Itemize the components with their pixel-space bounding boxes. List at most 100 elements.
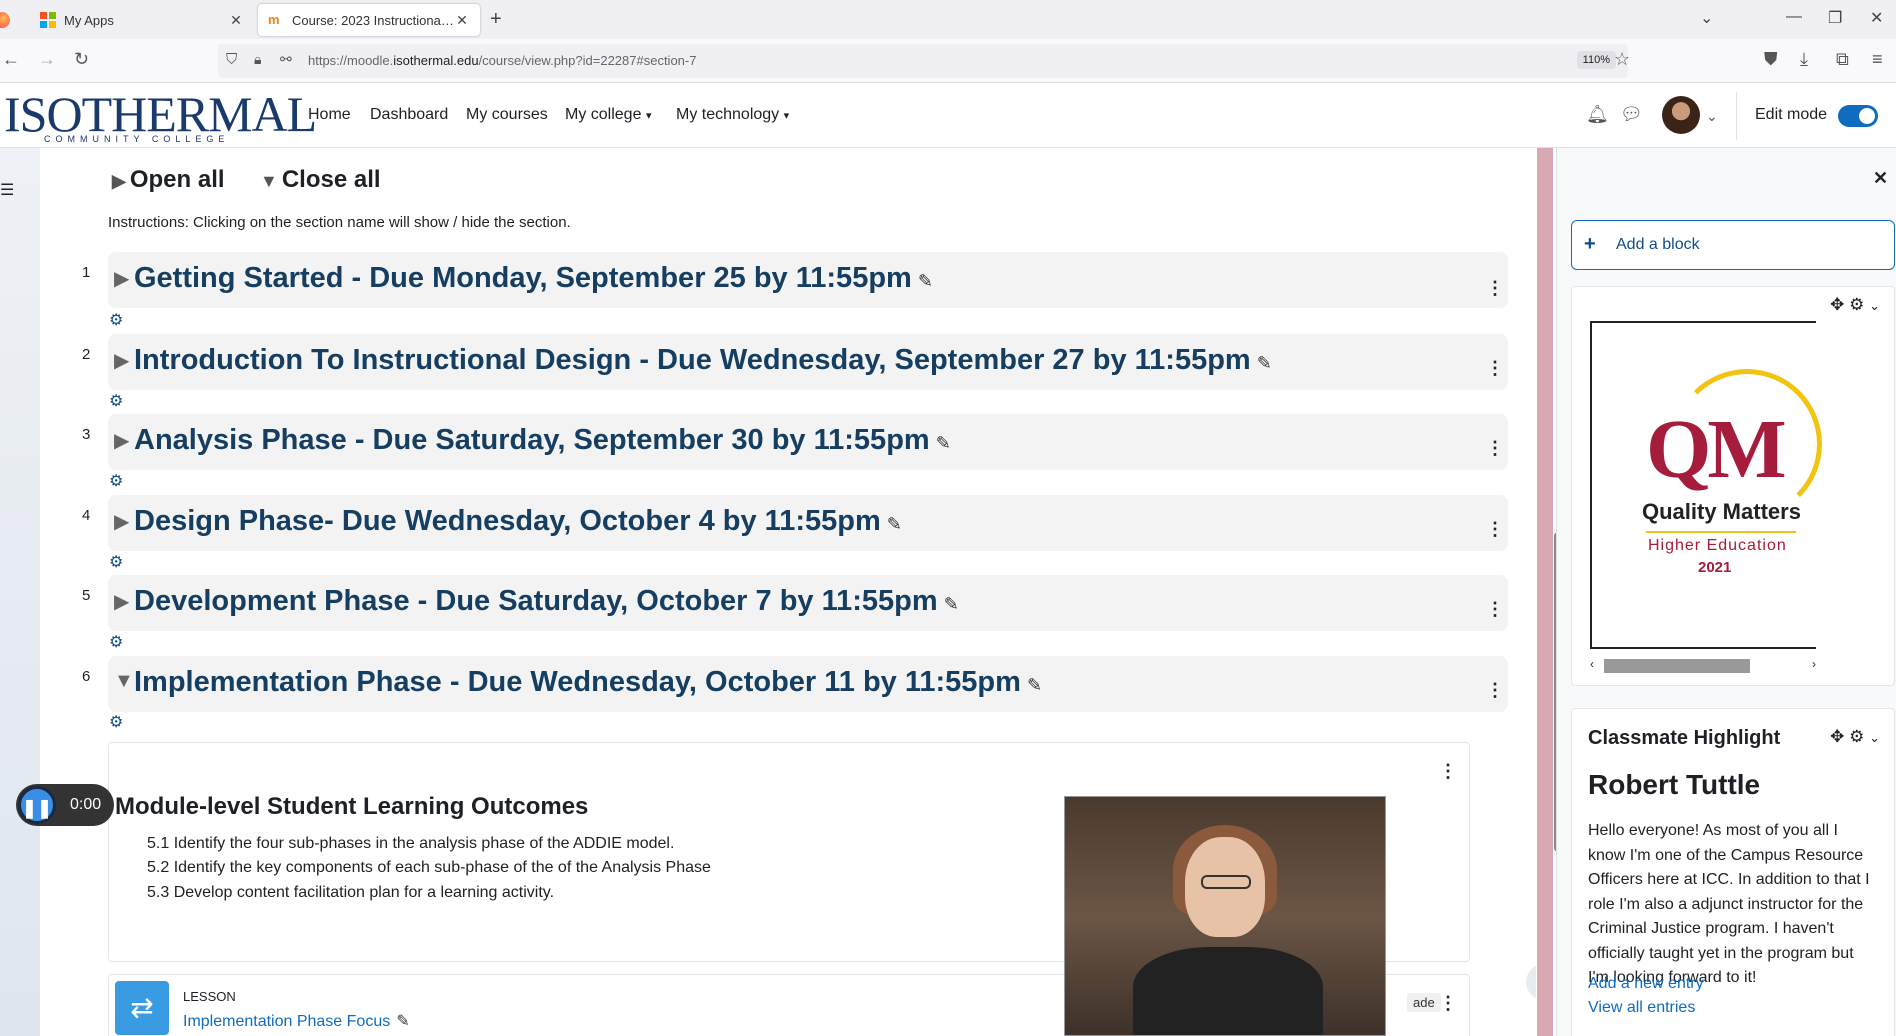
notifications-bell-icon[interactable]: 🔔︎ [1586, 104, 1609, 125]
avatar[interactable] [1662, 96, 1700, 134]
course-content: ▶ Open all ▼ Close all Instructions: Click… [40, 148, 1536, 1036]
section-menu-icon[interactable]: ⋮ [1486, 438, 1504, 459]
tab-label: Course: 2023 Instructional Design [292, 12, 454, 28]
back-icon[interactable]: ← [2, 49, 20, 70]
section-menu-icon[interactable]: ⋮ [1486, 358, 1504, 379]
recording-control[interactable]: ❚❚ 0:00 [16, 784, 114, 826]
expand-triangle-icon: ▶ [114, 591, 130, 613]
chevron-down-icon[interactable]: ⌄ [1869, 298, 1880, 313]
new-tab-icon[interactable]: + [490, 8, 502, 31]
url-bar[interactable]: ⛉ 🔒︎ ⚯ https://moodle.isothermal.edu/cou… [218, 44, 1628, 78]
gear-icon[interactable]: ⚙ [109, 471, 123, 491]
open-all-button[interactable]: ▶ Open all [112, 166, 225, 194]
close-tab-icon[interactable]: ✕ [228, 12, 244, 29]
view-all-entries-link[interactable]: View all entries [1588, 999, 1695, 1017]
horizontal-scrollbar[interactable]: ‹ › [1590, 657, 1816, 673]
section-menu-icon[interactable]: ⋮ [1486, 599, 1504, 620]
restore-icon[interactable]: ❐ [1828, 8, 1842, 28]
edit-pencil-icon[interactable]: ✎ [887, 514, 902, 534]
nav-my-courses[interactable]: My courses [466, 106, 548, 124]
tracking-shield-icon[interactable]: ⛉ [226, 51, 237, 68]
summary-menu-icon[interactable]: ⋮ [1439, 761, 1457, 782]
edit-pencil-icon[interactable]: ✎ [1257, 353, 1272, 373]
extensions-icon[interactable]: ⧉ [1836, 49, 1849, 70]
section-header[interactable]: ▶ Getting Started - Due Monday, Septembe… [108, 252, 1508, 308]
menu-icon[interactable]: ≡ [1872, 49, 1883, 70]
college-logo[interactable]: ISOTHERMAL COMMUNITY COLLEGE [4, 88, 317, 144]
section-header[interactable]: ▶ Development Phase - Due Saturday, Octo… [108, 575, 1508, 631]
close-all-button[interactable]: ▼ Close all [260, 166, 381, 194]
gear-icon[interactable]: ⚙ [1849, 295, 1864, 314]
chevron-down-icon[interactable]: ⌄ [1869, 730, 1880, 745]
nav-dashboard[interactable]: Dashboard [370, 106, 448, 124]
edit-mode-label: Edit mode [1755, 106, 1828, 123]
section-header[interactable]: ▶ Design Phase- Due Wednesday, October 4… [108, 495, 1508, 551]
close-tab-icon[interactable]: ✕ [454, 12, 470, 29]
section-title[interactable]: Introduction To Instructional Design - D… [134, 344, 1272, 377]
tab-course[interactable]: m Course: 2023 Instructional Design ✕ [258, 4, 480, 36]
gear-icon[interactable]: ⚙ [109, 310, 123, 330]
downloads-icon[interactable]: ⤓ [1800, 49, 1808, 70]
section-title[interactable]: Design Phase- Due Wednesday, October 4 b… [134, 505, 902, 538]
edit-pencil-icon[interactable]: ✎ [936, 433, 951, 453]
tab-my-apps[interactable]: My Apps ✕ [30, 4, 254, 36]
close-drawer-icon[interactable]: ✕ [1873, 168, 1888, 189]
move-icon[interactable]: ✥ [1830, 727, 1844, 746]
nav-home[interactable]: Home [308, 106, 351, 124]
gear-icon[interactable]: ⚙ [1849, 727, 1864, 746]
edit-pencil-icon[interactable]: ✎ [944, 594, 959, 614]
section-menu-icon[interactable]: ⋮ [1486, 278, 1504, 299]
course-index-icon[interactable]: ☰ [0, 180, 14, 200]
zoom-level[interactable]: 110% [1576, 51, 1616, 69]
nav-my-technology[interactable]: My technology ▾ [676, 106, 789, 124]
section-title[interactable]: Analysis Phase - Due Saturday, September… [134, 424, 951, 457]
pause-icon[interactable]: ❚❚ [18, 786, 56, 824]
section-menu-icon[interactable]: ⋮ [1486, 519, 1504, 540]
quality-matters-block: ✥ ⚙ ⌄ QM Quality Matters Higher Educatio… [1571, 286, 1895, 686]
block-controls[interactable]: ✥ ⚙ ⌄ [1830, 727, 1880, 747]
gear-icon[interactable]: ⚙ [109, 712, 123, 732]
pocket-icon[interactable]: ⛊ [1764, 49, 1778, 70]
add-entry-link[interactable]: Add a new entry [1588, 975, 1704, 993]
messages-icon[interactable]: 💬︎ [1620, 104, 1643, 125]
move-icon[interactable]: ✥ [1830, 295, 1844, 314]
reload-icon[interactable]: ↻ [74, 49, 89, 70]
section-title[interactable]: Development Phase - Due Saturday, Octobe… [134, 585, 959, 618]
close-window-icon[interactable]: ✕ [1870, 8, 1883, 28]
section-header[interactable]: ▶ Analysis Phase - Due Saturday, Septemb… [108, 414, 1508, 470]
edit-pencil-icon[interactable]: ✎ [396, 1013, 409, 1030]
lock-icon[interactable]: 🔒︎ [254, 51, 261, 68]
section-title[interactable]: Getting Started - Due Monday, September … [134, 262, 933, 295]
bookmark-star-icon[interactable]: ☆ [1614, 49, 1630, 70]
edit-pencil-icon[interactable]: ✎ [1027, 675, 1042, 695]
page-scrollbar-track[interactable] [1537, 148, 1553, 1036]
scroll-right-icon[interactable]: › [1812, 657, 1816, 671]
section-header[interactable]: ▼ Implementation Phase - Due Wednesday, … [108, 656, 1508, 712]
edit-mode-toggle[interactable] [1838, 105, 1878, 127]
scroll-left-icon[interactable]: ‹ [1590, 657, 1594, 671]
video-overlay[interactable] [1064, 796, 1386, 1036]
section-menu-icon[interactable]: ⋮ [1486, 680, 1504, 701]
help-button[interactable]: ? [1526, 964, 1536, 1000]
expand-triangle-icon: ▶ [114, 268, 130, 290]
section-title[interactable]: Implementation Phase - Due Wednesday, Oc… [134, 666, 1042, 699]
classmate-highlight-block: Classmate Highlight ✥ ⚙ ⌄ Robert Tuttle … [1571, 708, 1895, 1036]
gear-icon[interactable]: ⚙ [109, 552, 123, 572]
forward-icon[interactable]: → [38, 49, 56, 70]
edit-pencil-icon[interactable]: ✎ [918, 271, 933, 291]
activity-menu-icon[interactable]: ⋮ [1439, 993, 1457, 1014]
lesson-link[interactable]: Implementation Phase Focus ✎ [183, 1011, 410, 1031]
nav-my-college[interactable]: My college ▾ [565, 106, 651, 124]
minimize-icon[interactable]: — [1786, 8, 1802, 26]
url-text[interactable]: https://moodle.isothermal.edu/course/vie… [308, 53, 696, 68]
section-header[interactable]: ▶ Introduction To Instructional Design -… [108, 334, 1508, 390]
section-number: 2 [82, 346, 91, 363]
add-block-button[interactable]: + Add a block [1571, 220, 1895, 270]
scrollbar-thumb[interactable] [1604, 659, 1750, 673]
tab-list-icon[interactable]: ⌄ [1700, 8, 1713, 28]
gear-icon[interactable]: ⚙ [109, 632, 123, 652]
gear-icon[interactable]: ⚙ [109, 391, 123, 411]
permissions-icon[interactable]: ⚯ [280, 51, 292, 68]
user-menu-chevron-icon[interactable]: ⌄ [1706, 108, 1718, 125]
block-controls[interactable]: ✥ ⚙ ⌄ [1830, 295, 1880, 315]
